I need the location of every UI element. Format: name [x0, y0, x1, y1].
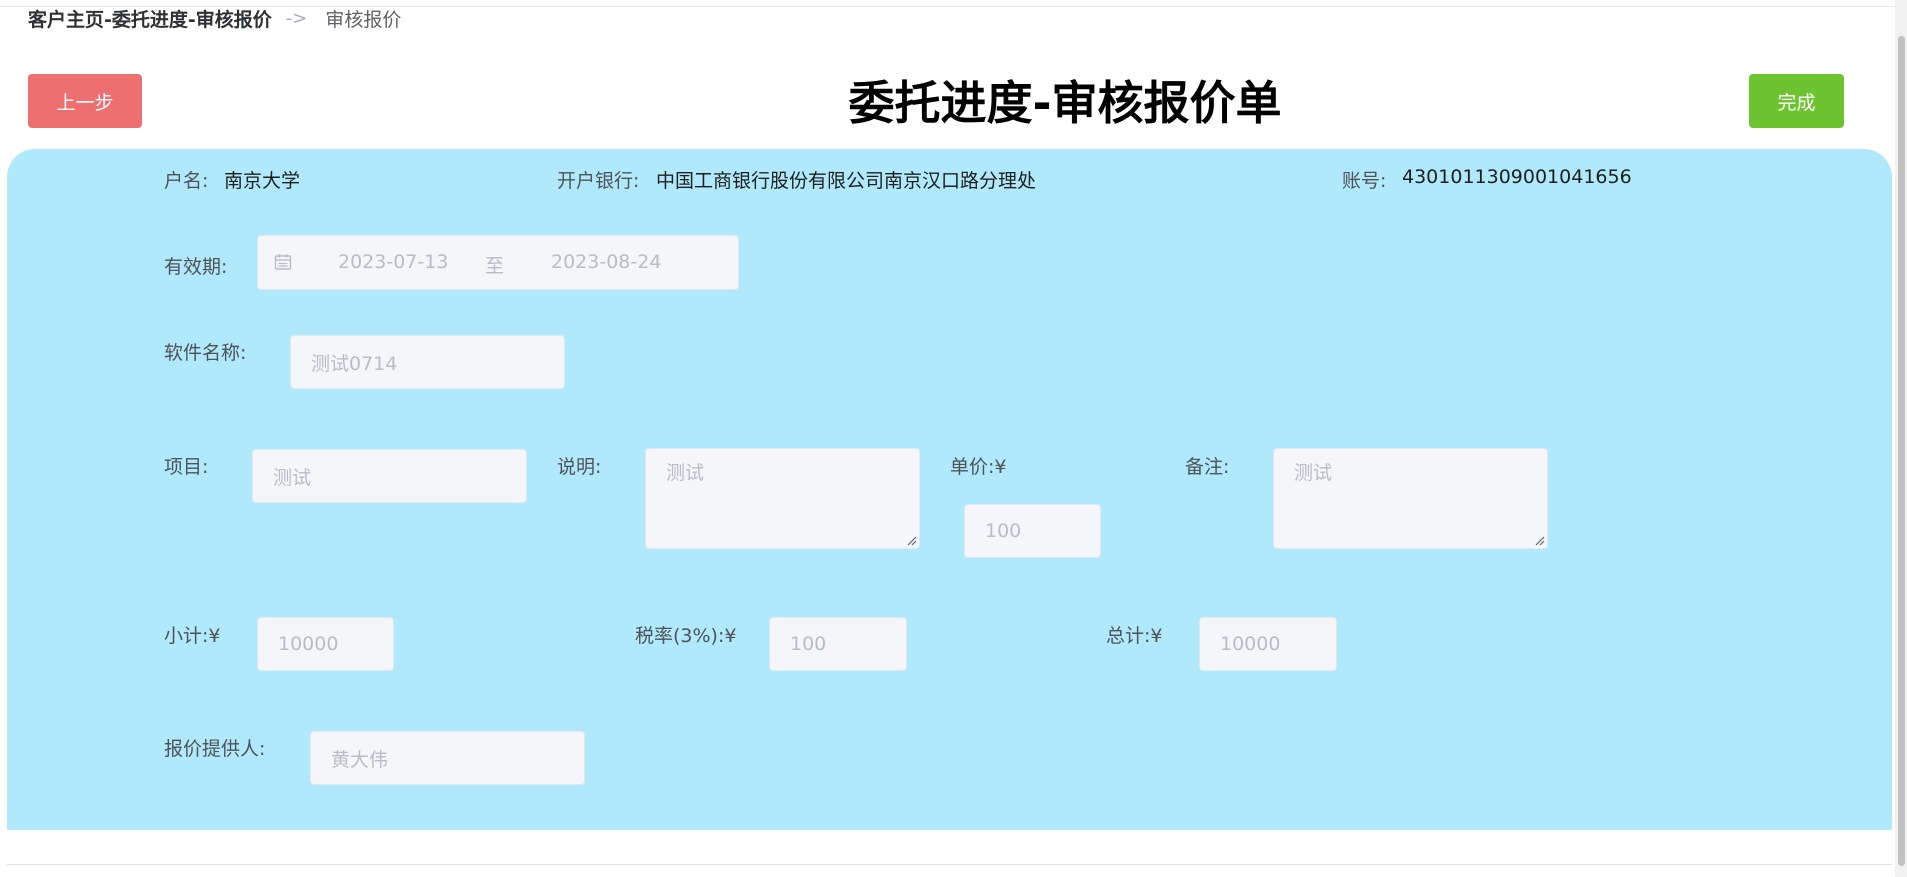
subtotal-label: 小计:¥	[164, 625, 221, 647]
description-value: 测试	[666, 462, 705, 484]
provider-input[interactable]: 黄大伟	[310, 731, 585, 785]
account-name-label: 户名:	[164, 170, 209, 192]
note-textarea[interactable]: 测试	[1273, 448, 1548, 549]
breadcrumb-root[interactable]: 客户主页-委托进度-审核报价	[28, 5, 272, 32]
calendar-icon	[274, 254, 292, 270]
validity-start-date[interactable]: 2023-07-13	[338, 251, 448, 273]
note-label: 备注:	[1185, 456, 1230, 478]
resize-handle-icon[interactable]	[1535, 536, 1545, 546]
breadcrumb-current: 审核报价	[325, 9, 402, 31]
back-button[interactable]: 上一步	[28, 74, 142, 128]
unit-price-label: 单价:¥	[950, 456, 1007, 478]
software-name-input[interactable]: 测试0714	[290, 335, 565, 389]
description-label: 说明:	[557, 456, 602, 478]
breadcrumb: 客户主页-委托进度-审核报价 -> 审核报价	[28, 5, 401, 32]
validity-end-date[interactable]: 2023-08-24	[551, 251, 661, 273]
total-input[interactable]: 10000	[1199, 617, 1337, 671]
done-button[interactable]: 完成	[1749, 74, 1844, 128]
bank-label: 开户银行:	[557, 170, 640, 192]
scrollbar-thumb[interactable]	[1898, 36, 1905, 866]
total-label: 总计:¥	[1106, 625, 1163, 647]
resize-handle-icon[interactable]	[907, 536, 917, 546]
software-name-label: 软件名称:	[164, 342, 247, 364]
account-name-value: 南京大学	[224, 170, 301, 192]
item-label: 项目:	[164, 456, 209, 478]
account-number-label: 账号:	[1342, 170, 1387, 192]
tax-input[interactable]: 100	[769, 617, 907, 671]
validity-label: 有效期:	[164, 256, 228, 278]
tax-label: 税率(3%):¥	[635, 625, 737, 647]
subtotal-input[interactable]: 10000	[257, 617, 394, 671]
quote-review-page: 客户主页-委托进度-审核报价 -> 审核报价 上一步 委托进度-审核报价单 完成…	[0, 0, 1907, 877]
bank-value: 中国工商银行股份有限公司南京汉口路分理处	[656, 170, 1037, 192]
note-value: 测试	[1294, 462, 1333, 484]
item-input[interactable]: 测试	[252, 449, 527, 503]
validity-date-range[interactable]: 2023-07-13 至 2023-08-24	[257, 235, 739, 290]
description-textarea[interactable]: 测试	[645, 448, 920, 549]
page-title: 委托进度-审核报价单	[848, 76, 1282, 130]
provider-label: 报价提供人:	[164, 738, 266, 760]
bottom-divider	[7, 864, 1892, 865]
validity-range-separator: 至	[485, 255, 505, 277]
account-number-value: 4301011309001041656	[1402, 166, 1632, 188]
breadcrumb-separator: ->	[285, 8, 308, 29]
unit-price-input[interactable]: 100	[964, 504, 1101, 558]
